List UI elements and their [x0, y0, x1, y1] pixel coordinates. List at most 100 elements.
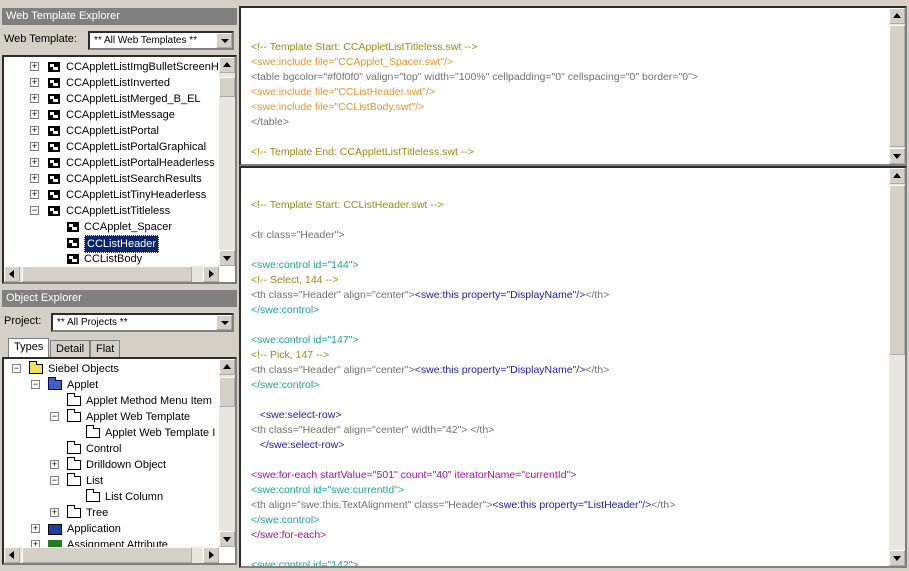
scroll-thumb[interactable]	[889, 185, 905, 355]
tree-item[interactable]: − Siebel Objects	[4, 361, 218, 377]
code-line[interactable]: </swe:select-row>	[251, 438, 345, 453]
scroll-thumb[interactable]	[219, 77, 235, 97]
scroll-up-icon[interactable]	[889, 8, 905, 24]
template-editor-top[interactable]: <!-- Template Start: CCAppletListTitlele…	[239, 6, 907, 166]
collapse-icon[interactable]: −	[50, 476, 59, 485]
code-line[interactable]: </swe:control>	[251, 513, 319, 528]
tree-item[interactable]: − Applet	[4, 377, 218, 393]
code-line[interactable]: <!-- Template Start: CCAppletListTitlele…	[251, 40, 477, 55]
code-line[interactable]: <swe:include file="CCListBody.swt"/>	[251, 100, 424, 115]
expand-icon[interactable]: +	[50, 508, 59, 517]
scroll-down-icon[interactable]	[219, 531, 235, 547]
code-line[interactable]: <swe:select-row>	[251, 408, 342, 423]
collapse-icon[interactable]: −	[31, 380, 40, 389]
scroll-thumb[interactable]	[219, 377, 235, 407]
code-line[interactable]: <!-- Template End: CCAppletListTitleless…	[251, 145, 474, 160]
expand-icon[interactable]: +	[30, 126, 39, 135]
tree-item[interactable]: + Tree	[4, 505, 218, 521]
scroll-left-icon[interactable]	[4, 547, 20, 563]
tab-detail[interactable]: Detail	[50, 340, 91, 358]
expand-icon[interactable]: +	[30, 174, 39, 183]
scroll-thumb[interactable]	[889, 25, 905, 147]
code-line[interactable]: <swe:for-each startValue="501" count="40…	[251, 468, 576, 483]
tree-item[interactable]: CCListHeader	[4, 235, 218, 253]
scroll-down-icon[interactable]	[889, 550, 905, 566]
chevron-down-icon[interactable]	[216, 315, 232, 330]
template-editor-bottom[interactable]: <!-- Template Start: CCListHeader.swt --…	[239, 166, 907, 568]
top-editor-vscroll[interactable]	[889, 8, 905, 164]
scroll-right-icon[interactable]	[203, 266, 219, 282]
tree-item[interactable]: + CCAppletListInverted	[4, 75, 218, 91]
code-line[interactable]: <!-- Select, 144 -->	[251, 273, 339, 288]
tab-types[interactable]: Types	[8, 338, 50, 358]
project-combo[interactable]: ** All Projects **	[51, 313, 234, 332]
tree-item[interactable]: Applet Web Template I	[4, 425, 218, 441]
tree-item[interactable]: − Applet Web Template	[4, 409, 218, 425]
tree-item[interactable]: Control	[4, 441, 218, 457]
code-line[interactable]: <swe:include file="CCListHeader.swt"/>	[251, 85, 435, 100]
collapse-icon[interactable]: −	[50, 412, 59, 421]
web-template-combo[interactable]: ** All Web Templates **	[88, 31, 234, 50]
tab-flat[interactable]: Flat	[90, 340, 121, 358]
expand-icon[interactable]: +	[30, 158, 39, 167]
tree-item[interactable]: + CCAppletListMerged_B_EL	[4, 91, 218, 107]
tree-item[interactable]: − CCAppletListTitleless	[4, 203, 218, 219]
code-line[interactable]: <th class="Header" align="center"><swe:t…	[251, 363, 609, 378]
expand-icon[interactable]: +	[30, 94, 39, 103]
object-explorer-tree[interactable]: − Siebel Objects − Applet Applet Method Menu…	[2, 357, 237, 565]
scroll-right-icon[interactable]	[203, 547, 219, 563]
tree-item[interactable]: CCApplet_Spacer	[4, 219, 218, 235]
expand-icon[interactable]: +	[30, 190, 39, 199]
code-line[interactable]: <th align="swe:this.TextAlignment" class…	[251, 498, 675, 513]
code-line[interactable]: <swe:control id="swe:currentId">	[251, 483, 404, 498]
scroll-up-icon[interactable]	[219, 57, 235, 73]
tree-item[interactable]: + CCAppletListPortal	[4, 123, 218, 139]
expand-icon[interactable]: +	[30, 142, 39, 151]
scroll-left-icon[interactable]	[4, 266, 20, 282]
web-template-tree-hscroll[interactable]	[4, 266, 219, 282]
tree-item[interactable]: + CCAppletListSearchResults	[4, 171, 218, 187]
code-line[interactable]: <th class="Header" align="center"><swe:t…	[251, 288, 609, 303]
expand-icon[interactable]: +	[30, 78, 39, 87]
expand-icon[interactable]: +	[31, 524, 40, 533]
collapse-icon[interactable]: −	[30, 206, 39, 215]
scroll-thumb[interactable]	[22, 266, 192, 282]
web-template-tree-vscroll[interactable]	[219, 57, 235, 266]
tree-item[interactable]: + Drilldown Object	[4, 457, 218, 473]
chevron-down-icon[interactable]	[216, 33, 232, 48]
tree-item[interactable]: + CCAppletListImgBulletScreenHo	[4, 59, 225, 75]
tree-item[interactable]: − List	[4, 473, 218, 489]
tree-item[interactable]: List Column	[4, 489, 218, 505]
web-template-tree[interactable]: + CCAppletListImgBulletScreenHo + CCAppletL…	[2, 55, 237, 284]
object-tree-hscroll[interactable]	[4, 547, 219, 563]
tree-item[interactable]: Applet Method Menu Item	[4, 393, 218, 409]
tree-item[interactable]: + CCAppletListPortalGraphical	[4, 139, 218, 155]
tree-item[interactable]: + CCAppletListTinyHeaderless	[4, 187, 218, 203]
code-line[interactable]: <th class="Header" align="center" width=…	[251, 423, 494, 438]
code-line[interactable]: </swe:control>	[251, 378, 319, 393]
code-line[interactable]: </table>	[251, 115, 289, 130]
tree-item[interactable]: + Application	[4, 521, 218, 537]
code-line[interactable]: <swe:include file="CCApplet_Spacer.swt"/…	[251, 55, 453, 70]
expand-icon[interactable]: +	[50, 460, 59, 469]
collapse-icon[interactable]: −	[12, 364, 21, 373]
code-line[interactable]: <table bgcolor="#f0f0f0" valign="top" wi…	[251, 70, 698, 85]
bottom-editor-vscroll[interactable]	[889, 168, 905, 566]
tree-item[interactable]: + CCAppletListPortalHeaderless	[4, 155, 218, 171]
code-line[interactable]: <tr class="Header">	[251, 228, 345, 243]
scroll-down-icon[interactable]	[889, 148, 905, 164]
expand-icon[interactable]: +	[30, 62, 39, 71]
code-line[interactable]: </swe:control>	[251, 303, 319, 318]
code-line[interactable]: <!-- Template Start: CCListHeader.swt --…	[251, 198, 443, 213]
scroll-up-icon[interactable]	[889, 168, 905, 184]
code-line[interactable]: <!-- Pick, 147 -->	[251, 348, 329, 363]
scroll-down-icon[interactable]	[219, 250, 235, 266]
code-line[interactable]: <swe:control id="142">	[251, 558, 359, 566]
code-line[interactable]: </swe:for-each>	[251, 528, 326, 543]
code-line[interactable]: <swe:control id="144">	[251, 258, 359, 273]
scroll-up-icon[interactable]	[219, 359, 235, 375]
scroll-thumb[interactable]	[22, 547, 192, 563]
code-line[interactable]: <swe:control id="147">	[251, 333, 359, 348]
expand-icon[interactable]: +	[30, 110, 39, 119]
tree-item[interactable]: + CCAppletListMessage	[4, 107, 218, 123]
